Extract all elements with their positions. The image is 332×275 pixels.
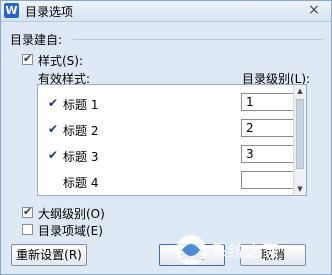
- toc-level-input[interactable]: [241, 171, 297, 189]
- styles-checkbox[interactable]: ✔: [22, 52, 33, 65]
- check-icon: ✔: [48, 122, 59, 136]
- list-item[interactable]: ✔ 标题 3 3: [38, 145, 297, 167]
- check-icon: ✔: [48, 96, 59, 110]
- toc-fields-label: 目录项域(E): [38, 224, 103, 238]
- style-name: 标题 2: [63, 124, 99, 138]
- check-icon: ✔: [48, 148, 59, 162]
- wps-app-icon: W: [4, 3, 19, 18]
- check-icon: ✔: [23, 52, 33, 65]
- dialog-title: 目录选项: [25, 5, 74, 19]
- source-group-label: 目录建自:: [10, 33, 63, 47]
- styles-checkbox-label: 样式(S):: [38, 54, 84, 68]
- list-item[interactable]: ✔ 标题 1 1: [38, 93, 297, 115]
- toc-level-input[interactable]: 3: [241, 145, 297, 163]
- toc-level-input[interactable]: 1: [241, 93, 297, 111]
- reset-button[interactable]: 重新设置(R): [11, 244, 87, 266]
- close-button[interactable]: ×: [305, 2, 323, 19]
- style-name: 标题 1: [63, 98, 99, 112]
- scroll-thumb[interactable]: [296, 99, 304, 169]
- outline-level-checkbox[interactable]: ✔: [22, 205, 33, 218]
- ok-button[interactable]: 确定: [159, 244, 225, 266]
- list-item[interactable]: ✔ 标题 2 2: [38, 119, 297, 141]
- list-item[interactable]: 标题 4: [38, 171, 297, 193]
- outline-level-label: 大纲级别(O): [38, 207, 105, 221]
- toc-level-input[interactable]: 2: [241, 119, 297, 137]
- style-name: 标题 4: [63, 176, 99, 190]
- styles-list[interactable]: ✔ 标题 1 1 ✔ 标题 2 2 ✔ 标题 3 3 标题 4 ▲ ▼: [37, 84, 307, 196]
- scroll-up-icon[interactable]: ▲: [295, 86, 305, 96]
- title-bar: W 目录选项 ×: [1, 1, 331, 22]
- style-name: 标题 3: [63, 150, 99, 164]
- check-icon: ✔: [23, 205, 33, 218]
- dialog-window: W 目录选项 × 目录建自: ✔ 样式(S): 有效样式: 目录级别(L): ✔…: [0, 0, 332, 275]
- close-icon: ×: [308, 2, 320, 18]
- toc-fields-checkbox[interactable]: [22, 224, 33, 235]
- group-divider: [73, 39, 323, 40]
- cancel-button[interactable]: 取消: [240, 244, 306, 266]
- list-scrollbar[interactable]: ▲ ▼: [293, 85, 306, 195]
- scroll-down-icon[interactable]: ▼: [295, 184, 305, 194]
